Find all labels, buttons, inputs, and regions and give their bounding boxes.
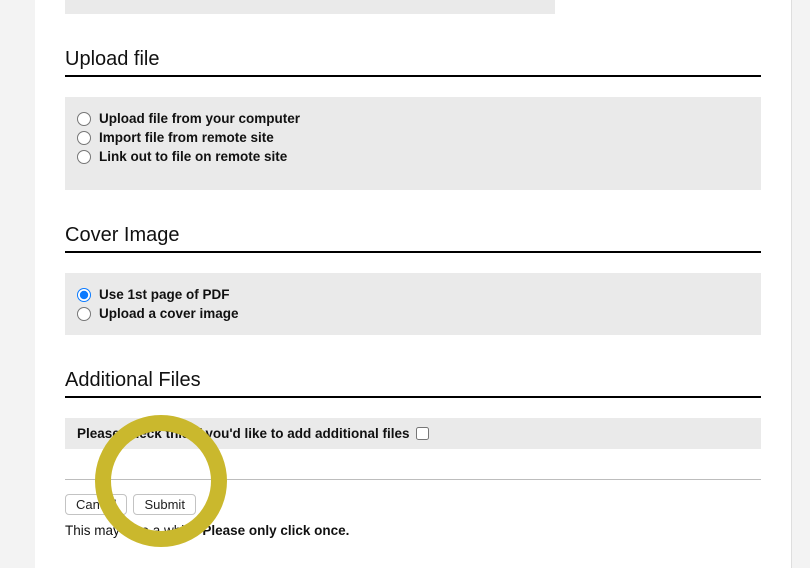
cover-image-options-box: Use 1st page of PDF Upload a cover image [65, 273, 761, 335]
cover-option-row[interactable]: Use 1st page of PDF [77, 285, 749, 304]
partial-grey-box [65, 0, 555, 14]
additional-files-title: Additional Files [65, 369, 761, 398]
radio-upload-cover[interactable] [77, 307, 91, 321]
form-button-row: Cancel Submit [65, 494, 761, 515]
upload-option-row[interactable]: Import file from remote site [77, 128, 749, 147]
upload-file-title: Upload file [65, 48, 761, 77]
radio-label: Upload file from your computer [99, 111, 300, 126]
radio-label: Use 1st page of PDF [99, 287, 230, 302]
radio-label: Import file from remote site [99, 130, 274, 145]
upload-option-row[interactable]: Upload file from your computer [77, 109, 749, 128]
upload-file-section: Upload file Upload file from your comput… [65, 48, 761, 190]
upload-option-row[interactable]: Link out to file on remote site [77, 147, 749, 166]
radio-label: Link out to file on remote site [99, 149, 287, 164]
radio-use-pdf-page[interactable] [77, 288, 91, 302]
additional-files-box: Please check this if you'd like to add a… [65, 418, 761, 449]
radio-upload-computer[interactable] [77, 112, 91, 126]
form-container: Upload file Upload file from your comput… [35, 0, 792, 568]
notice-bold: Please only click once. [202, 523, 349, 538]
cover-image-section: Cover Image Use 1st page of PDF Upload a… [65, 224, 761, 335]
cancel-button[interactable]: Cancel [65, 494, 127, 515]
cover-image-title: Cover Image [65, 224, 761, 253]
radio-import-remote[interactable] [77, 131, 91, 145]
radio-label: Upload a cover image [99, 306, 239, 321]
notice-text: This may take a while. [65, 523, 202, 538]
additional-files-checkbox[interactable] [416, 427, 429, 440]
additional-files-label: Please check this if you'd like to add a… [77, 426, 410, 441]
submit-notice: This may take a while. Please only click… [65, 523, 761, 538]
radio-link-remote[interactable] [77, 150, 91, 164]
additional-files-section: Additional Files Please check this if yo… [65, 369, 761, 449]
divider [65, 479, 761, 480]
submit-button[interactable]: Submit [133, 494, 195, 515]
upload-file-options-box: Upload file from your computer Import fi… [65, 97, 761, 190]
cover-option-row[interactable]: Upload a cover image [77, 304, 749, 323]
